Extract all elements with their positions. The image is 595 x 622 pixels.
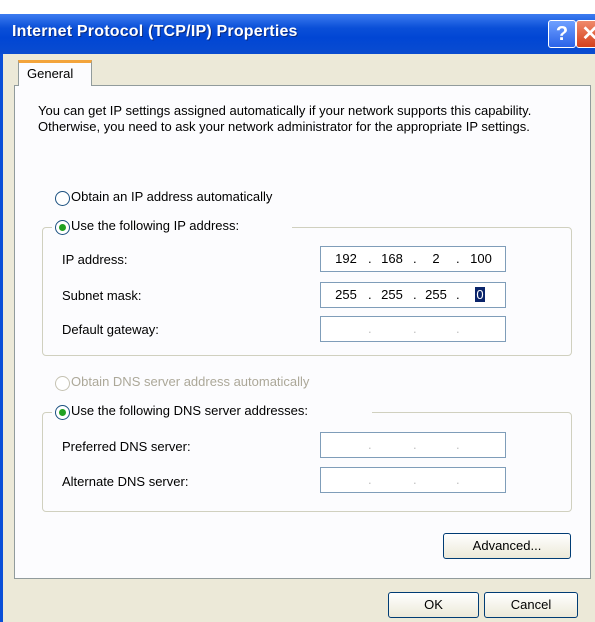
ip-dot: .: [413, 287, 417, 302]
alternate-dns-field[interactable]: . . .: [320, 467, 506, 493]
subnet-octet-3: 255: [425, 287, 447, 302]
ok-button[interactable]: OK: [388, 592, 479, 618]
cancel-button[interactable]: Cancel: [484, 592, 578, 618]
default-gateway-field[interactable]: . . .: [320, 316, 506, 342]
dns-server-group: [42, 412, 572, 512]
ip-dot: .: [413, 472, 417, 487]
ip-dot: .: [368, 287, 372, 302]
ip-dot: .: [456, 472, 460, 487]
ip-dot: .: [413, 251, 417, 266]
help-button[interactable]: ?: [548, 20, 576, 48]
subnet-octet-1: 255: [335, 287, 357, 302]
use-following-dns-label[interactable]: Use the following DNS server addresses:: [71, 403, 308, 418]
subnet-octet-2: 255: [381, 287, 403, 302]
ip-octet-1: 192: [335, 251, 357, 266]
ip-dot: .: [368, 472, 372, 487]
subnet-octet-4-selected: 0: [473, 287, 487, 302]
ip-address-label: IP address:: [62, 252, 128, 267]
obtain-ip-auto-label[interactable]: Obtain an IP address automatically: [71, 189, 272, 204]
default-gateway-label: Default gateway:: [62, 322, 159, 337]
alternate-dns-label: Alternate DNS server:: [62, 474, 189, 489]
obtain-dns-auto-radio[interactable]: [55, 376, 70, 391]
ip-dot: .: [413, 321, 417, 336]
ip-dot: .: [368, 251, 372, 266]
preferred-dns-field[interactable]: . . .: [320, 432, 506, 458]
ip-octet-3: 2: [432, 251, 440, 266]
text-selection-caret: 0: [475, 287, 485, 302]
ip-dot: .: [456, 437, 460, 452]
advanced-button[interactable]: Advanced...: [443, 533, 571, 559]
ip-dot: .: [456, 287, 460, 302]
ip-dot: .: [456, 251, 460, 266]
ip-octet-2: 168: [381, 251, 403, 266]
use-following-ip-radio[interactable]: [55, 220, 70, 235]
subnet-mask-label: Subnet mask:: [62, 288, 142, 303]
tab-general[interactable]: General: [18, 60, 92, 86]
ip-dot: .: [413, 437, 417, 452]
obtain-dns-auto-label[interactable]: Obtain DNS server address automatically: [71, 374, 309, 389]
ip-dot: .: [368, 321, 372, 336]
use-following-dns-radio[interactable]: [55, 405, 70, 420]
window-title: Internet Protocol (TCP/IP) Properties: [12, 23, 298, 40]
ip-dot: .: [456, 321, 460, 336]
close-button[interactable]: ✕: [576, 20, 595, 48]
subnet-mask-field[interactable]: 255 . 255 . 255 . 0: [320, 282, 506, 308]
obtain-ip-auto-radio[interactable]: [55, 191, 70, 206]
ip-dot: .: [368, 437, 372, 452]
use-following-ip-label[interactable]: Use the following IP address:: [71, 218, 239, 233]
ip-octet-4: 100: [470, 251, 492, 266]
ip-address-field[interactable]: 192 . 168 . 2 . 100: [320, 246, 506, 272]
preferred-dns-label: Preferred DNS server:: [62, 439, 191, 454]
title-bar[interactable]: Internet Protocol (TCP/IP) Properties ? …: [0, 14, 595, 54]
description-text: You can get IP settings assigned automat…: [38, 103, 532, 134]
